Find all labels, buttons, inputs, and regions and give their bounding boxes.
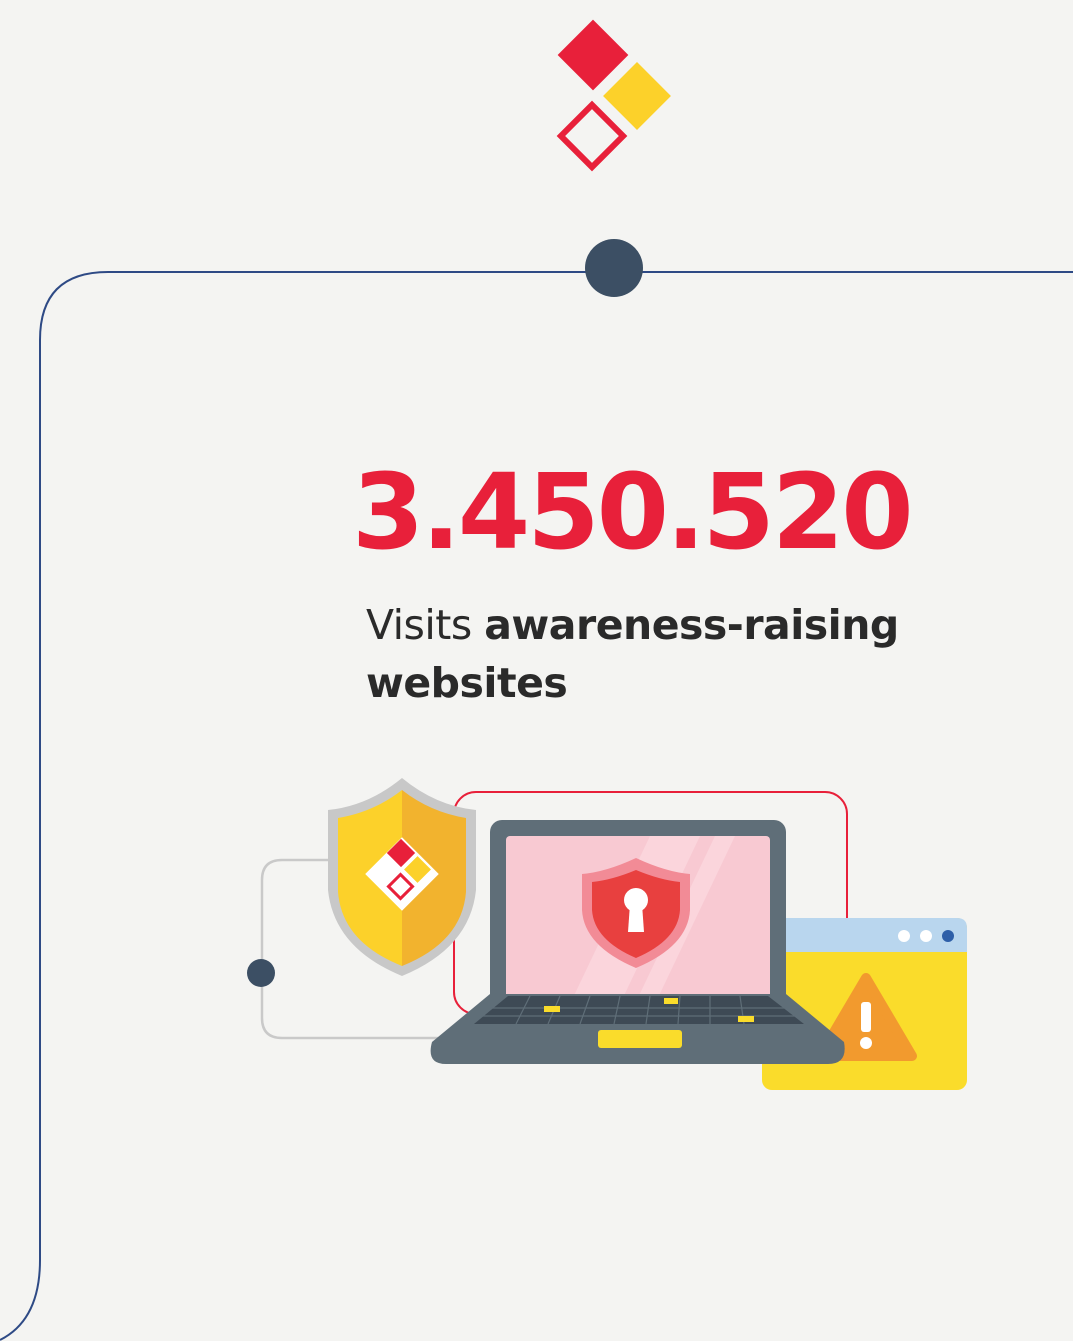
logo-yellow-diamond: [603, 62, 671, 130]
browser-dot-3: [942, 930, 954, 942]
laptop-lock-icon: [430, 820, 845, 1064]
top-connector-node: [585, 239, 643, 297]
logo-outline-diamond: [556, 100, 628, 172]
stat-caption: Visits awareness-raising websites: [366, 596, 986, 712]
stat-caption-light: Visits: [366, 601, 485, 649]
brand-diamonds-icon: [556, 19, 671, 172]
left-connector-node: [247, 959, 275, 987]
browser-dot-2: [920, 930, 932, 942]
security-illustration: [247, 778, 967, 1090]
browser-dot-1: [898, 930, 910, 942]
logo-red-diamond: [557, 19, 629, 91]
laptop-trackpad: [598, 1030, 682, 1048]
stat-value: 3.450.520: [352, 451, 914, 573]
